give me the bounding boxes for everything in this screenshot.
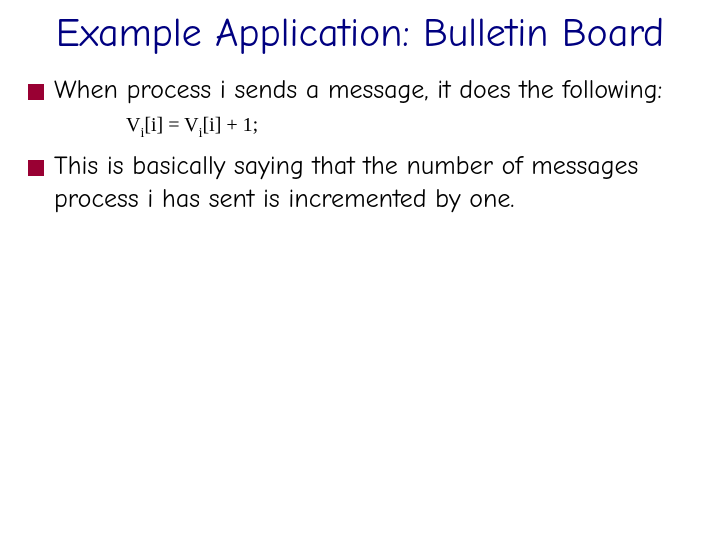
formula-mid: [i] =	[144, 114, 184, 136]
slide: Example Application: Bulletin Board When…	[0, 0, 720, 540]
formula-v1: V	[126, 114, 140, 136]
bullet-list: When process i sends a message, it does …	[28, 74, 692, 217]
formula-end: [i] + 1;	[202, 114, 258, 136]
bullet-text: This is basically saying that the number…	[54, 150, 692, 217]
formula-v2: V	[184, 114, 198, 136]
bullet-item: When process i sends a message, it does …	[28, 74, 692, 107]
bullet-marker-icon	[28, 160, 44, 176]
slide-title: Example Application: Bulletin Board	[28, 10, 692, 56]
formula-line: Vi[i] = Vi[i] + 1;	[126, 113, 692, 142]
formula-sub2: i	[199, 126, 203, 141]
formula-sub1: i	[140, 126, 144, 141]
bullet-item: This is basically saying that the number…	[28, 150, 692, 217]
bullet-marker-icon	[28, 84, 44, 100]
bullet-text: When process i sends a message, it does …	[54, 74, 692, 107]
